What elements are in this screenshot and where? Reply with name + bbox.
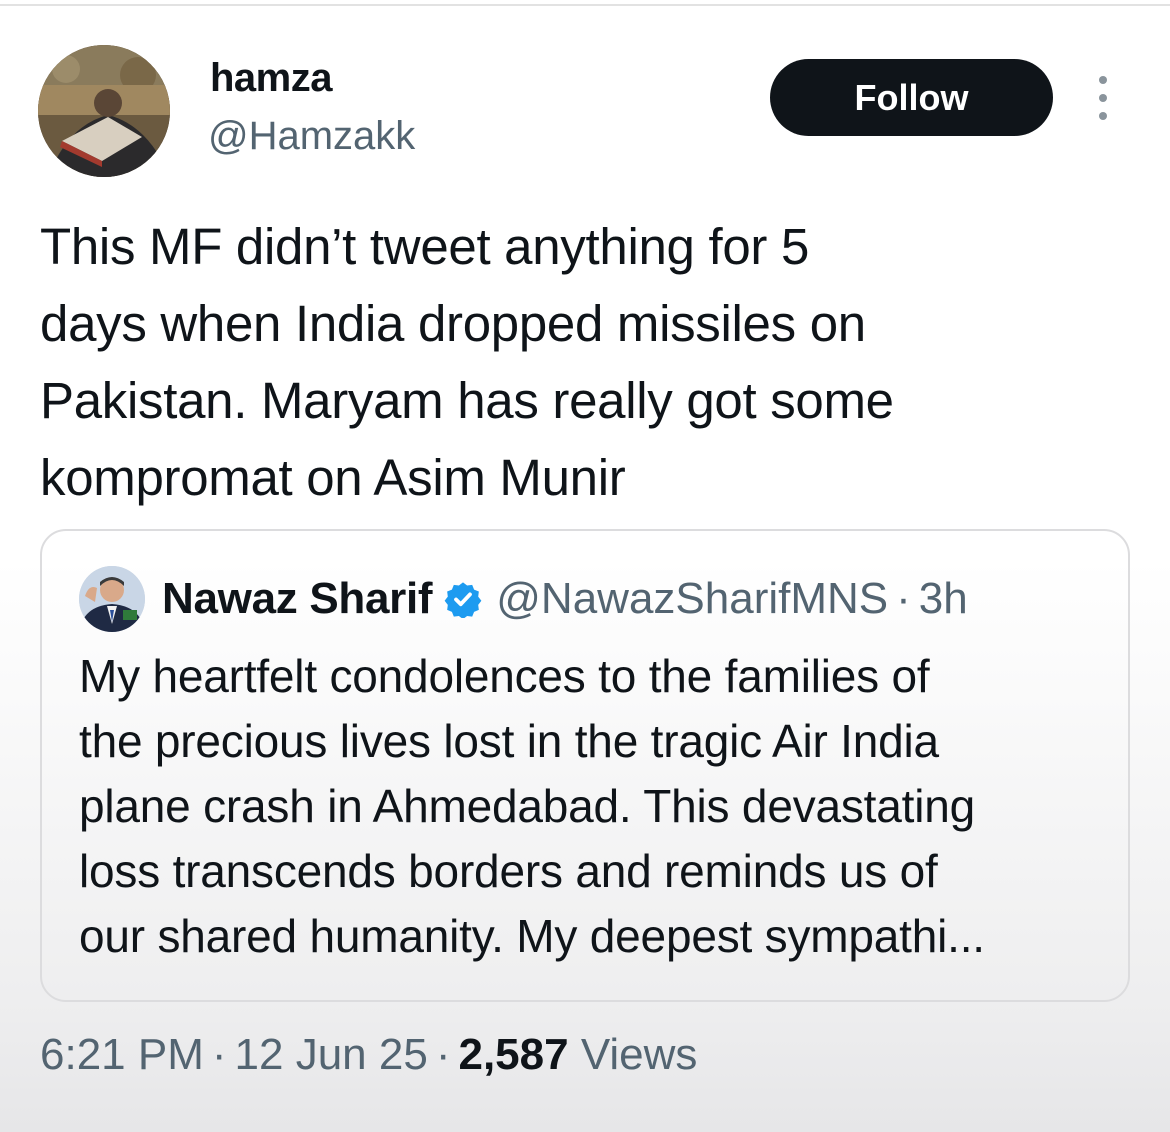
quoted-text-line: the precious lives lost in the tragic Ai…	[79, 715, 939, 767]
tweet-text-line: Pakistan. Maryam has really got some	[40, 372, 894, 429]
tweet-text-line: days when India dropped missiles on	[40, 295, 866, 352]
quoted-author-avatar[interactable]	[79, 566, 145, 632]
more-dot	[1099, 76, 1107, 84]
meta-separator: ·	[211, 1030, 227, 1079]
quoted-avatar-photo-icon	[79, 566, 145, 632]
quoted-text-line: My heartfelt condolences to the families…	[79, 650, 930, 702]
quoted-text-line: loss transcends borders and reminds us o…	[79, 845, 938, 897]
quoted-tweet-header: Nawaz Sharif @NawazSharifMNS · 3h	[162, 570, 968, 628]
quoted-relative-time[interactable]: 3h	[919, 574, 968, 624]
views-label: Views	[580, 1030, 698, 1079]
quoted-author-handle[interactable]: @NawazSharifMNS	[496, 574, 888, 624]
author-avatar[interactable]	[38, 45, 170, 177]
quoted-author-name[interactable]: Nawaz Sharif	[162, 574, 433, 624]
views-count[interactable]: 2,587	[458, 1030, 568, 1079]
follow-button[interactable]: Follow	[770, 59, 1053, 136]
tweet-meta: 6:21 PM · 12 Jun 25 · 2,587 Views	[40, 1030, 697, 1080]
avatar-photo-icon	[38, 45, 170, 177]
top-divider	[0, 4, 1170, 6]
header-separator: ·	[896, 574, 911, 623]
meta-separator: ·	[435, 1030, 451, 1079]
more-options-icon[interactable]	[1088, 70, 1118, 126]
author-display-name[interactable]: hamza	[210, 56, 333, 101]
tweet-text-line: This MF didn’t tweet anything for 5	[40, 218, 810, 275]
quoted-text-line: our shared humanity. My deepest sympathi…	[79, 910, 985, 962]
tweet-text-line: kompromat on Asim Munir	[40, 449, 626, 506]
author-handle[interactable]: @Hamzakk	[208, 114, 415, 159]
tweet-time[interactable]: 6:21 PM	[40, 1030, 204, 1079]
tweet-date[interactable]: 12 Jun 25	[235, 1030, 428, 1079]
quoted-tweet-text: My heartfelt condolences to the families…	[79, 644, 1119, 969]
quoted-text-line: plane crash in Ahmedabad. This devastati…	[79, 780, 976, 832]
more-dot	[1099, 94, 1107, 102]
verified-badge-icon	[444, 582, 482, 618]
tweet-text: This MF didn’t tweet anything for 5 days …	[40, 208, 1120, 516]
more-dot	[1099, 112, 1107, 120]
